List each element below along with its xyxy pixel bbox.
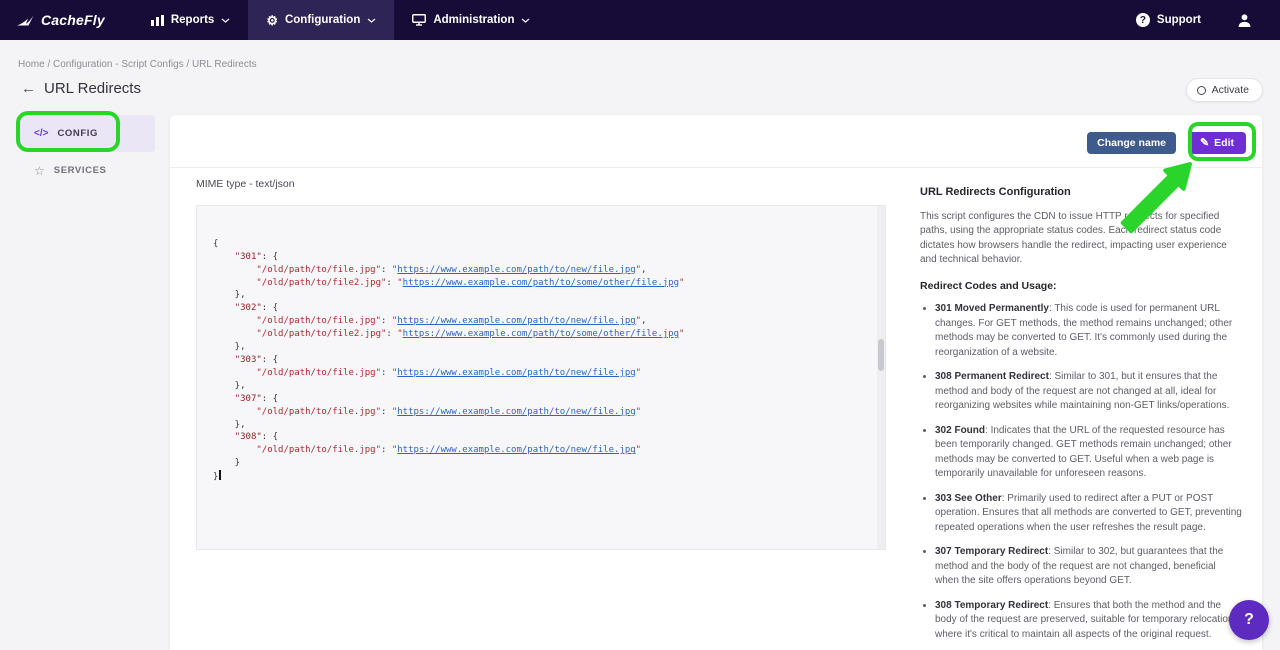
code-line: "307": { xyxy=(213,393,869,406)
code-line: "308": { xyxy=(213,431,869,444)
chevron-down-icon xyxy=(521,18,530,23)
docs-codes-heading: Redirect Codes and Usage: xyxy=(920,279,1242,294)
breadcrumb[interactable]: Home / Configuration - Script Configs / … xyxy=(18,59,257,70)
nav-reports-label: Reports xyxy=(171,14,214,26)
docs-title: URL Redirects Configuration xyxy=(920,185,1242,201)
page-title: URL Redirects xyxy=(44,80,141,97)
chevron-down-icon xyxy=(367,18,376,23)
nav-administration-label: Administration xyxy=(433,14,514,26)
code-line: "/old/path/to/file2.jpg": "https://www.e… xyxy=(213,277,869,290)
code-scrollbar-track[interactable] xyxy=(877,206,885,549)
code-line: "/old/path/to/file.jpg": "https://www.ex… xyxy=(213,264,869,277)
code-line: "/old/path/to/file.jpg": "https://www.ex… xyxy=(213,406,869,419)
edit-label: Edit xyxy=(1214,137,1234,149)
sidebar-item-config[interactable]: </> CONFIG xyxy=(20,115,155,152)
code-line: "/old/path/to/file2.jpg": "https://www.e… xyxy=(213,328,869,341)
code-editor[interactable]: { "301": { "/old/path/to/file.jpg": "htt… xyxy=(196,205,886,550)
user-icon xyxy=(1237,13,1252,28)
code-line: }, xyxy=(213,341,869,354)
sidebar-services-label: SERVICES xyxy=(54,165,107,176)
nav-configuration[interactable]: ⚙ Configuration xyxy=(248,0,394,40)
mime-type-label: MIME type - text/json xyxy=(196,178,295,190)
nav-reports[interactable]: Reports xyxy=(133,0,248,40)
redirect-codes-list: 301 Moved Permanently: This code is used… xyxy=(920,302,1242,642)
change-name-label: Change name xyxy=(1097,137,1166,149)
code-line: }, xyxy=(213,289,869,302)
star-icon: ☆ xyxy=(34,165,45,177)
docs-panel: URL Redirects Configuration This script … xyxy=(920,185,1242,650)
redirect-code-item: 308 Temporary Redirect: Ensures that bot… xyxy=(935,599,1242,643)
redirect-code-item: 302 Found: Indicates that the URL of the… xyxy=(935,424,1242,482)
help-circle-icon: ? xyxy=(1136,13,1150,27)
nav-administration[interactable]: Administration xyxy=(394,0,548,40)
bar-chart-icon xyxy=(151,15,164,26)
card-header-divider xyxy=(170,167,1262,168)
code-scrollbar-thumb[interactable] xyxy=(878,339,884,371)
code-line: } xyxy=(213,470,869,484)
config-card: Change name ✎ Edit MIME type - text/json… xyxy=(170,115,1262,650)
activate-button[interactable]: Activate xyxy=(1186,78,1263,102)
code-line: "/old/path/to/file.jpg": "https://www.ex… xyxy=(213,315,869,328)
code-line: }, xyxy=(213,419,869,432)
nav-support[interactable]: ? Support xyxy=(1118,0,1219,40)
redirect-code-item: 301 Moved Permanently: This code is used… xyxy=(935,302,1242,360)
pencil-icon: ✎ xyxy=(1200,138,1209,149)
change-name-button[interactable]: Change name xyxy=(1087,132,1176,154)
code-line: "/old/path/to/file.jpg": "https://www.ex… xyxy=(213,444,869,457)
question-mark-icon: ? xyxy=(1244,611,1254,629)
docs-intro: This script configures the CDN to issue … xyxy=(920,210,1242,268)
activate-label: Activate xyxy=(1212,84,1249,96)
brand-name: CacheFly xyxy=(41,12,105,28)
edit-button[interactable]: ✎ Edit xyxy=(1188,132,1246,154)
chevron-down-icon xyxy=(221,18,230,23)
activate-ring-icon xyxy=(1197,86,1206,95)
back-arrow-icon[interactable]: ← xyxy=(21,80,36,97)
sidebar-item-services[interactable]: ☆ SERVICES xyxy=(20,152,155,189)
brand-logo[interactable]: CacheFly xyxy=(0,0,133,40)
gear-icon: ⚙ xyxy=(266,14,278,27)
code-content: { "301": { "/old/path/to/file.jpg": "htt… xyxy=(213,238,869,484)
sidebar-config-label: CONFIG xyxy=(57,128,98,139)
nav-configuration-label: Configuration xyxy=(285,14,360,26)
code-line: } xyxy=(213,457,869,470)
navbar-right: ? Support xyxy=(1118,0,1280,40)
code-line: }, xyxy=(213,380,869,393)
top-navbar: CacheFly Reports ⚙ Configuration Adminis… xyxy=(0,0,1280,40)
code-line: { xyxy=(213,238,869,251)
redirect-code-item: 307 Temporary Redirect: Similar to 302, … xyxy=(935,545,1242,589)
text-cursor xyxy=(219,470,221,480)
nav-support-label: Support xyxy=(1157,14,1201,26)
code-line: "302": { xyxy=(213,302,869,315)
nav-account[interactable] xyxy=(1219,0,1270,40)
code-line: "301": { xyxy=(213,251,869,264)
redirect-code-item: 308 Permanent Redirect: Similar to 301, … xyxy=(935,370,1242,414)
code-line: "/old/path/to/file.jpg": "https://www.ex… xyxy=(213,367,869,380)
code-line: "303": { xyxy=(213,354,869,367)
redirect-code-item: 303 See Other: Primarily used to redirec… xyxy=(935,492,1242,536)
help-fab-button[interactable]: ? xyxy=(1229,600,1269,640)
cachefly-wing-icon xyxy=(16,13,35,28)
monitor-icon xyxy=(412,14,426,26)
code-brackets-icon: </> xyxy=(34,128,48,139)
